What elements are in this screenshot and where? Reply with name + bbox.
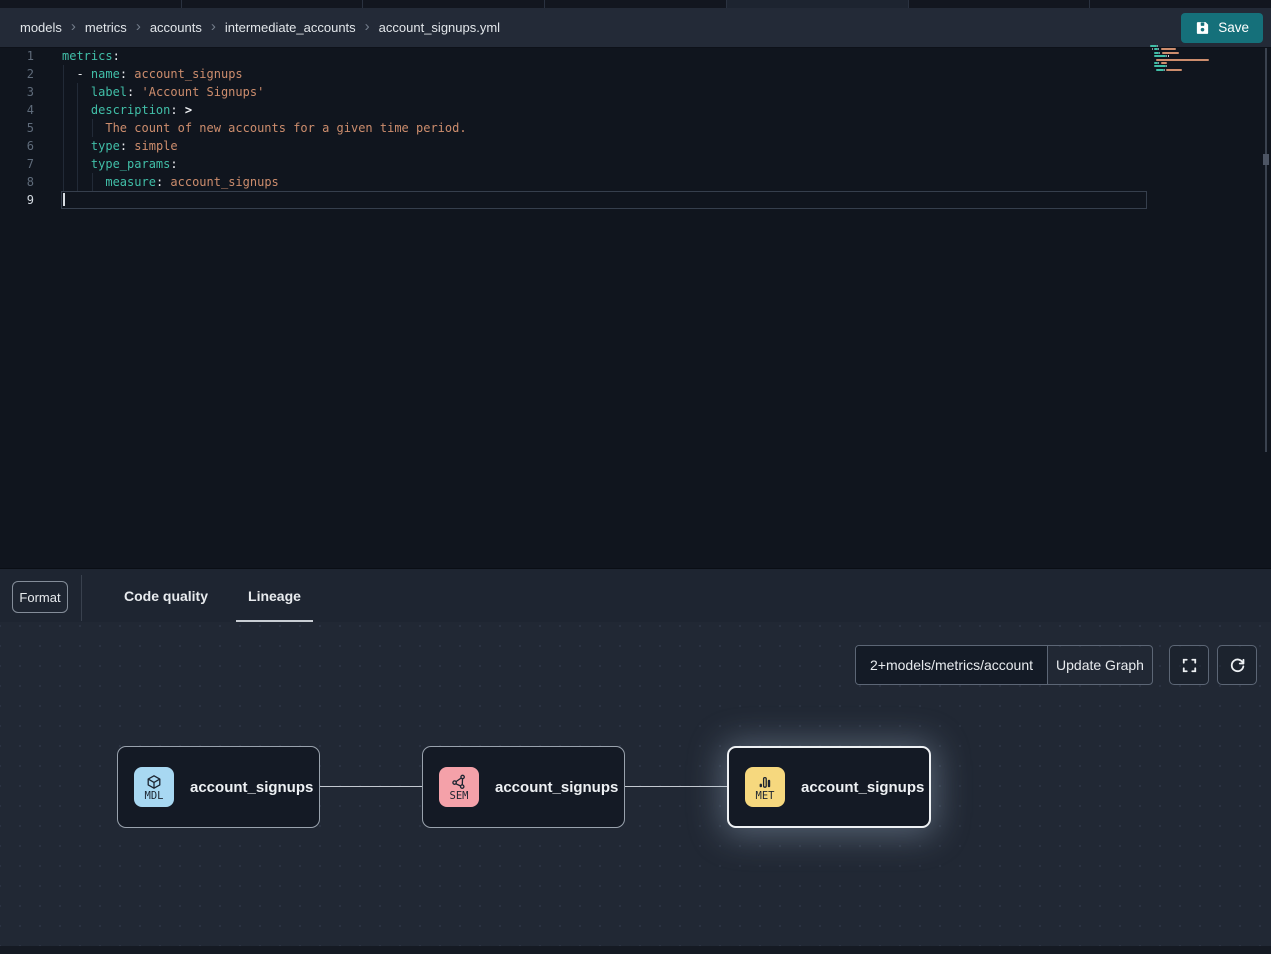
line-number: 1 [0,47,34,65]
code-text: label: 'Account Signups' [62,83,264,101]
line-number: 8 [0,173,34,191]
code-line[interactable]: 1 metrics: [0,47,1271,65]
breadcrumb-bar: models › metrics › accounts › intermediate_acc… [0,8,1271,48]
editor-scrollbar[interactable] [1265,48,1267,452]
breadcrumb: models › metrics › accounts › intermediate_acc… [20,20,500,35]
chevron-right-icon: › [365,19,370,34]
scrollbar-notch[interactable] [1263,154,1269,165]
minimap[interactable] [1150,45,1214,81]
line-number: 3 [0,83,34,101]
refresh-button[interactable] [1217,645,1257,685]
line-number: 9 [0,191,34,209]
tab-lineage[interactable]: Lineage [228,569,321,622]
top-tab[interactable] [182,0,364,8]
line-number: 4 [0,101,34,119]
breadcrumb-item[interactable]: intermediate_accounts [225,20,356,35]
chevron-right-icon: › [211,19,216,34]
code-line[interactable]: 9 [0,191,1271,209]
lineage-node-sem[interactable]: SEM account_signups [422,746,625,828]
node-badge: MDL [134,767,174,807]
top-tab[interactable] [363,0,545,8]
node-badge-label: MET [756,790,775,802]
code-editor[interactable]: 1metrics:2 - name: account_signups3 labe… [0,48,1271,568]
line-number: 5 [0,119,34,137]
code-line[interactable]: 8 measure: account_signups [0,173,1271,191]
tab-code-quality[interactable]: Code quality [104,569,228,622]
top-tab-strip [0,0,1271,8]
refresh-icon [1229,657,1246,674]
code-text: description: > [62,101,192,119]
lineage-canvas[interactable]: Update Graph [0,622,1271,954]
top-tab[interactable] [909,0,1091,8]
node-title: account_signups [801,779,924,796]
update-graph-button[interactable]: Update Graph [1047,646,1152,684]
format-button[interactable]: Format [12,581,68,613]
code-line[interactable]: 2 - name: account_signups [0,65,1271,83]
line-number: 2 [0,65,34,83]
code-text: The count of new accounts for a given ti… [62,119,467,137]
cube-icon [146,772,162,790]
lineage-edge [320,786,422,788]
breadcrumb-item[interactable]: account_signups.yml [379,20,500,35]
save-button[interactable]: Save [1181,13,1263,43]
line-number: 7 [0,155,34,173]
chevron-right-icon: › [136,19,141,34]
code-text: - name: account_signups [62,65,243,83]
code-line[interactable]: 7 type_params: [0,155,1271,173]
tab-bar-divider [81,575,82,621]
active-line-border [61,191,1147,209]
node-badge: SEM [439,767,479,807]
lineage-edge [625,786,727,788]
lineage-selector-input[interactable] [856,646,1047,684]
node-badge-label: MDL [145,790,164,802]
code-text: metrics: [62,47,120,65]
fullscreen-button[interactable] [1169,645,1209,685]
lineage-controls: Update Graph [855,645,1257,685]
line-number: 6 [0,137,34,155]
top-tab[interactable] [1090,0,1271,8]
panel-tabs: Code qualityLineage [104,569,321,622]
save-icon [1195,20,1210,35]
panel-tab-bar: Format Code qualityLineage [0,569,1271,622]
fullscreen-icon [1181,657,1198,674]
lineage-node-met[interactable]: MET account_signups [727,746,931,828]
code-line[interactable]: 4 description: > [0,101,1271,119]
bottom-panel: Format Code qualityLineage Update Graph [0,569,1271,954]
bar-chart-icon [757,772,773,790]
node-badge-label: SEM [450,790,469,802]
code-line[interactable]: 6 type: simple [0,137,1271,155]
breadcrumb-item[interactable]: metrics [85,20,127,35]
node-title: account_signups [190,779,313,796]
network-icon [451,772,467,790]
code-text: measure: account_signups [62,173,279,191]
code-line[interactable]: 3 label: 'Account Signups' [0,83,1271,101]
selector-group: Update Graph [855,645,1153,685]
code-text: type: simple [62,137,178,155]
code-line[interactable]: 5 The count of new accounts for a given … [0,119,1271,137]
lineage-node-mdl[interactable]: MDL account_signups [117,746,320,828]
breadcrumb-item[interactable]: accounts [150,20,202,35]
top-tab[interactable] [545,0,727,8]
text-cursor [63,193,65,206]
top-tab[interactable] [727,0,909,8]
canvas-bottom-strip [0,946,1271,954]
chevron-right-icon: › [71,19,76,34]
editor-lines: 1metrics:2 - name: account_signups3 labe… [0,47,1271,209]
node-badge: MET [745,767,785,807]
save-button-label: Save [1218,20,1249,35]
code-text: type_params: [62,155,178,173]
top-tab[interactable] [0,0,182,8]
breadcrumb-item[interactable]: models [20,20,62,35]
node-title: account_signups [495,779,618,796]
